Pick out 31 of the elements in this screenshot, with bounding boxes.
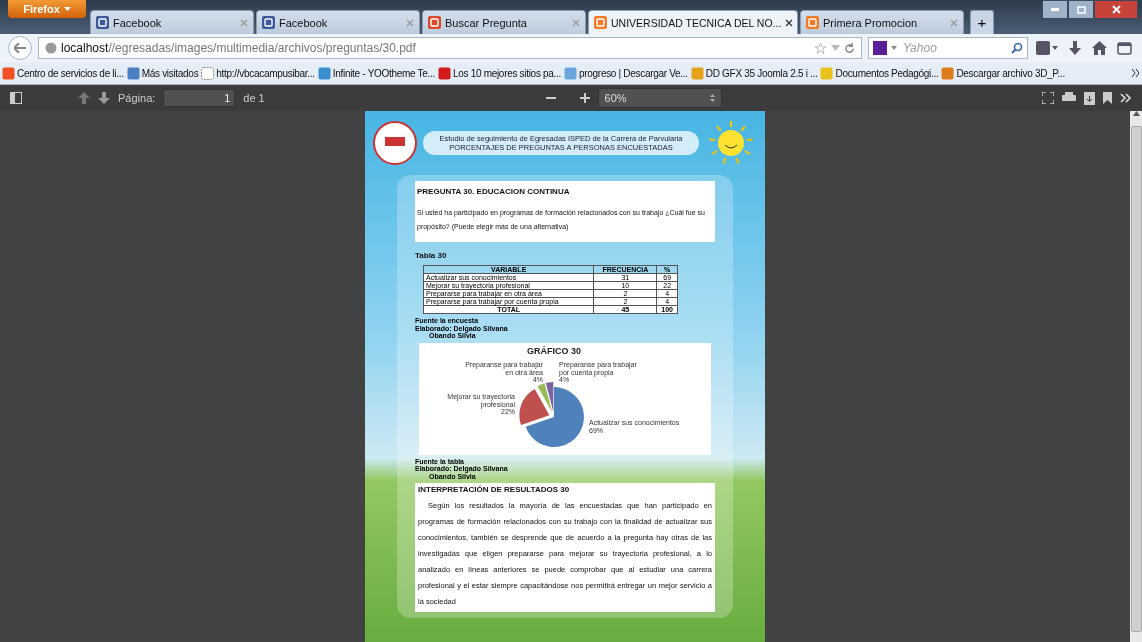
search-field[interactable]: Yahoo bbox=[868, 37, 1028, 59]
bookmark-link[interactable]: http://vbcacampusibar... bbox=[201, 66, 315, 80]
bookmark-link[interactable]: Los 10 mejores sitios pa... bbox=[437, 66, 562, 80]
question-title: PREGUNTA 30. EDUCACION CONTINUA bbox=[417, 187, 571, 196]
address-text: localhost//egresadas/images/multimedia/archivos/preguntas/30.pdf bbox=[61, 41, 416, 55]
interpretation-title: INTERPRETACIÓN DE RESULTADOS 30 bbox=[418, 485, 571, 494]
tab-title: Facebook bbox=[113, 16, 163, 29]
tab-title: Primera Promocion bbox=[823, 16, 919, 29]
browser-tab[interactable]: Primera Promocion bbox=[800, 10, 964, 34]
browser-tab[interactable]: Facebook bbox=[90, 10, 254, 34]
table-title: Tabla 30 bbox=[415, 251, 448, 260]
bookmark-link[interactable]: progreso | Descargar Ve... bbox=[564, 66, 688, 80]
browser-tab[interactable]: UNIVERSIDAD TECNICA DEL NO... bbox=[588, 10, 798, 34]
bookmark-link[interactable]: Más visitados bbox=[126, 66, 199, 80]
bookmark-link[interactable]: DD GFX 35 Joomla 2.5 i ... bbox=[690, 66, 818, 80]
bookmark-link[interactable]: Documentos Pedagógi... bbox=[820, 66, 939, 80]
browser-tab[interactable]: Facebook bbox=[256, 10, 420, 34]
bookmark-link[interactable]: Infinite - YOOtheme Te... bbox=[317, 66, 435, 80]
chart-title: GRÁFICO 30 bbox=[527, 345, 581, 356]
tab-title: Facebook bbox=[279, 16, 329, 29]
page-number-field[interactable]: 1 bbox=[163, 89, 236, 107]
bookmark-link[interactable]: Descargar archivo 3D_P... bbox=[941, 66, 1065, 80]
address-field[interactable]: localhost//egresadas/images/multimedia/archivos/preguntas/30.pdf bbox=[38, 37, 862, 59]
tab-title: Buscar Pregunta bbox=[445, 16, 528, 29]
tab-title: UNIVERSIDAD TECNICA DEL NO... bbox=[611, 16, 782, 29]
page-label: Página: bbox=[118, 92, 156, 104]
zoom-select[interactable]: 60% bbox=[597, 88, 722, 108]
browser-tab[interactable]: Buscar Pregunta bbox=[422, 10, 586, 34]
page-count: de 1 bbox=[243, 92, 265, 104]
new-tab-button[interactable]: + bbox=[970, 10, 994, 34]
bookmark-link[interactable]: Centro de servicios de li... bbox=[2, 66, 124, 80]
